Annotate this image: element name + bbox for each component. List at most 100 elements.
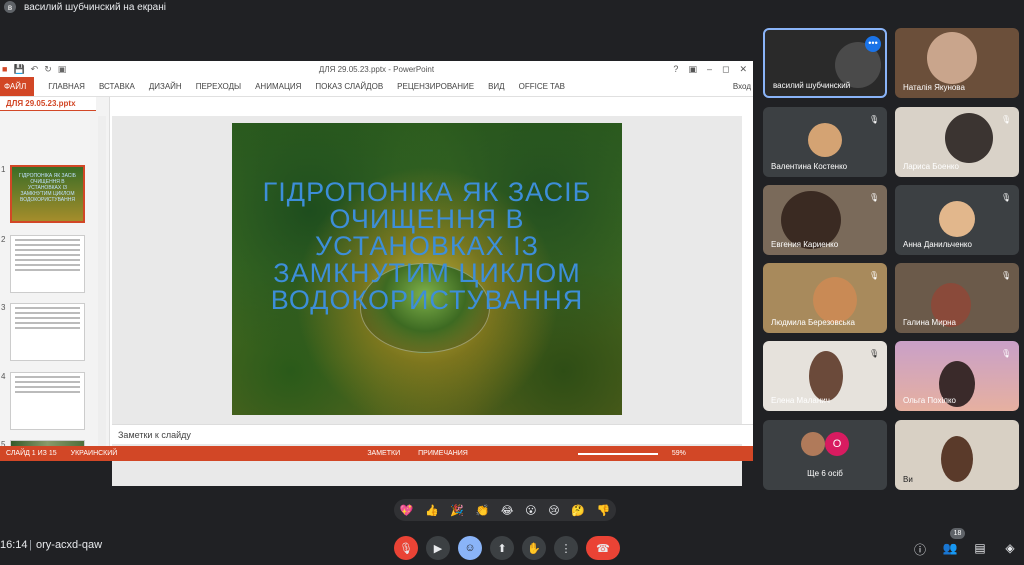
- mic-off-icon: 🎙: [1001, 115, 1012, 124]
- tab-design[interactable]: ДИЗАЙН: [149, 82, 182, 91]
- mic-off-icon[interactable]: 🎙: [394, 536, 418, 560]
- mic-off-icon: 🎙: [1001, 271, 1012, 280]
- participant-name: Людмила Березовська: [771, 318, 855, 327]
- presenter-bar: в василий шубчинский на екрані: [0, 0, 1024, 14]
- zoom-slider[interactable]: [577, 452, 658, 455]
- participant-tile[interactable]: 🎙 Людмила Березовська: [763, 263, 887, 333]
- ribbon-options-icon[interactable]: ▣: [688, 64, 697, 75]
- emoji-icon[interactable]: ☺: [458, 536, 482, 560]
- current-slide[interactable]: ГІДРОПОНІКА ЯК ЗАСІБ ОЧИЩЕННЯ В УСТАНОВК…: [232, 123, 622, 415]
- maximize-icon[interactable]: ◻: [722, 64, 729, 75]
- reaction-thumbs-up[interactable]: 👍: [425, 504, 439, 517]
- login-link[interactable]: Вход: [733, 82, 751, 91]
- reaction-sad[interactable]: 😢: [548, 504, 559, 517]
- participant-tile[interactable]: ••• василий шубчинский: [763, 28, 887, 98]
- reaction-thumbs-down[interactable]: 👎: [596, 504, 610, 517]
- raise-hand-icon[interactable]: ✋: [522, 536, 546, 560]
- meeting-controls: 16:14 | ory-acxd-qaw 🎙 ▶ ☺ ⬆ ✋ ⋮ ☎ ⓘ 👥 ▤…: [0, 528, 1024, 565]
- comments-button[interactable]: ПРИМЕЧАНИЯ: [418, 450, 468, 457]
- others-avatar: O: [825, 432, 849, 456]
- participant-tile[interactable]: 🎙 Ольга Похілко: [895, 341, 1019, 411]
- mic-off-icon: 🎙: [869, 271, 880, 280]
- ribbon: ФАЙЛ ГЛАВНАЯ ВСТАВКА ДИЗАЙН ПЕРЕХОДЫ АНИ…: [0, 77, 753, 97]
- close-icon[interactable]: ✕: [739, 64, 747, 75]
- people-count-badge: 18: [950, 528, 965, 539]
- participant-name: Наталія Якунова: [903, 83, 965, 92]
- presenter-text: василий шубчинский на екрані: [24, 1, 166, 13]
- others-tile[interactable]: O Ще 6 осіб: [763, 420, 887, 490]
- participant-tile[interactable]: Наталія Якунова: [895, 28, 1019, 98]
- clock: 16:14: [0, 539, 28, 551]
- document-tab[interactable]: ДЛЯ 29.05.23.pptx: [0, 97, 96, 111]
- reaction-clap[interactable]: 👏: [476, 504, 490, 517]
- minimize-icon[interactable]: –: [707, 64, 712, 75]
- mic-off-icon: 🎙: [1001, 193, 1012, 202]
- language-indicator[interactable]: УКРАИНСКИЙ: [71, 450, 118, 457]
- window-controls: ? ▣ – ◻ ✕: [673, 64, 747, 75]
- people-icon[interactable]: 👥: [942, 541, 958, 555]
- thumbnail-slide-4[interactable]: [10, 372, 85, 430]
- participant-name: василий шубчинский: [773, 81, 851, 90]
- tab-office-tab[interactable]: OFFICE TAB: [519, 82, 565, 91]
- thumbnail-slide-1[interactable]: ГІДРОПОНІКА ЯК ЗАСІБ ОЧИЩЕННЯ В УСТАНОВК…: [10, 165, 85, 223]
- participant-tile[interactable]: 🎙 Евгения Кариенко: [763, 185, 887, 255]
- activities-icon[interactable]: ◈: [1002, 541, 1018, 555]
- status-bar: СЛАЙД 1 ИЗ 15 УКРАИНСКИЙ ЗАМЕТКИ ПРИМЕЧА…: [0, 446, 753, 461]
- tab-insert[interactable]: ВСТАВКА: [99, 82, 135, 91]
- thumb-number: 2: [1, 235, 6, 244]
- thumb-number: 1: [1, 165, 6, 174]
- chat-icon[interactable]: ▤: [972, 541, 988, 555]
- mic-off-icon: 🎙: [869, 193, 880, 202]
- more-options-icon[interactable]: •••: [865, 36, 881, 52]
- participant-name: Ольга Похілко: [903, 396, 956, 405]
- participant-name: Лариса Боенко: [903, 162, 959, 171]
- participant-tile[interactable]: 🎙 Анна Данильченко: [895, 185, 1019, 255]
- end-call-icon[interactable]: ☎: [586, 536, 620, 560]
- tab-transitions[interactable]: ПЕРЕХОДЫ: [196, 82, 241, 91]
- present-icon[interactable]: ⬆: [490, 536, 514, 560]
- shared-screen: ■ 💾 ↶ ↻ ▣ ДЛЯ 29.05.23.pptx - PowerPoint…: [0, 61, 753, 486]
- thumb-number: 4: [1, 372, 6, 381]
- zoom-level[interactable]: 59%: [672, 450, 686, 457]
- tab-file[interactable]: ФАЙЛ: [0, 77, 35, 96]
- tab-slideshow[interactable]: ПОКАЗ СЛАЙДОВ: [315, 82, 383, 91]
- thumbnail-slide-2[interactable]: [10, 235, 85, 293]
- self-tile[interactable]: Ви: [895, 420, 1019, 490]
- participant-name: Елена Маланич: [771, 396, 830, 405]
- participant-name: Анна Данильченко: [903, 240, 972, 249]
- info-icon[interactable]: ⓘ: [912, 541, 928, 557]
- window-title: ДЛЯ 29.05.23.pptx - PowerPoint: [318, 64, 435, 74]
- tab-animations[interactable]: АНИМАЦИЯ: [255, 82, 301, 91]
- meeting-code: ory-acxd-qaw: [36, 539, 103, 551]
- mic-off-icon: 🎙: [869, 115, 880, 124]
- more-icon[interactable]: ⋮: [554, 536, 578, 560]
- slide-thumbnails: ДЛЯ 29.05.23.pptx 1 ГІДРОПОНІКА ЯК ЗАСІБ…: [0, 97, 110, 446]
- thumbnail-slide-3[interactable]: [10, 303, 85, 361]
- tab-view[interactable]: ВИД: [488, 82, 505, 91]
- participant-name: Валентина Костенко: [771, 162, 848, 171]
- participant-name: Евгения Кариенко: [771, 240, 839, 249]
- participant-tile[interactable]: 🎙 Лариса Боенко: [895, 107, 1019, 177]
- slide-counter: СЛАЙД 1 ИЗ 15: [6, 450, 57, 457]
- notes-pane[interactable]: Заметки к слайду: [112, 424, 753, 444]
- reaction-thinking[interactable]: 🤔: [571, 504, 585, 517]
- participant-tile[interactable]: 🎙 Елена Маланич: [763, 341, 887, 411]
- reaction-party[interactable]: 🎉: [450, 504, 464, 517]
- reaction-heart[interactable]: 💖: [400, 504, 414, 517]
- slide-title: ГІДРОПОНІКА ЯК ЗАСІБ ОЧИЩЕННЯ В УСТАНОВК…: [262, 177, 592, 315]
- help-icon[interactable]: ?: [673, 64, 678, 75]
- reaction-laugh[interactable]: 😂: [501, 504, 514, 517]
- camera-off-icon[interactable]: ▶: [426, 536, 450, 560]
- reactions-bar: 💖 👍 🎉 👏 😂 😮 😢 🤔 👎: [394, 499, 616, 521]
- tab-home[interactable]: ГЛАВНАЯ: [48, 82, 85, 91]
- participant-tile[interactable]: 🎙 Валентина Костенко: [763, 107, 887, 177]
- document-tab-label: ДЛЯ 29.05.23.pptx: [6, 99, 76, 108]
- mic-off-icon: 🎙: [1001, 349, 1012, 358]
- notes-button[interactable]: ЗАМЕТКИ: [367, 450, 400, 457]
- reaction-surprised[interactable]: 😮: [525, 504, 536, 517]
- thumb-number: 3: [1, 303, 6, 312]
- thumb1-title: ГІДРОПОНІКА ЯК ЗАСІБ ОЧИЩЕННЯ В УСТАНОВК…: [18, 173, 77, 203]
- participant-tile[interactable]: 🎙 Галина Мирна: [895, 263, 1019, 333]
- tab-review[interactable]: РЕЦЕНЗИРОВАНИЕ: [397, 82, 474, 91]
- thumbnails-scrollbar[interactable]: [98, 116, 106, 446]
